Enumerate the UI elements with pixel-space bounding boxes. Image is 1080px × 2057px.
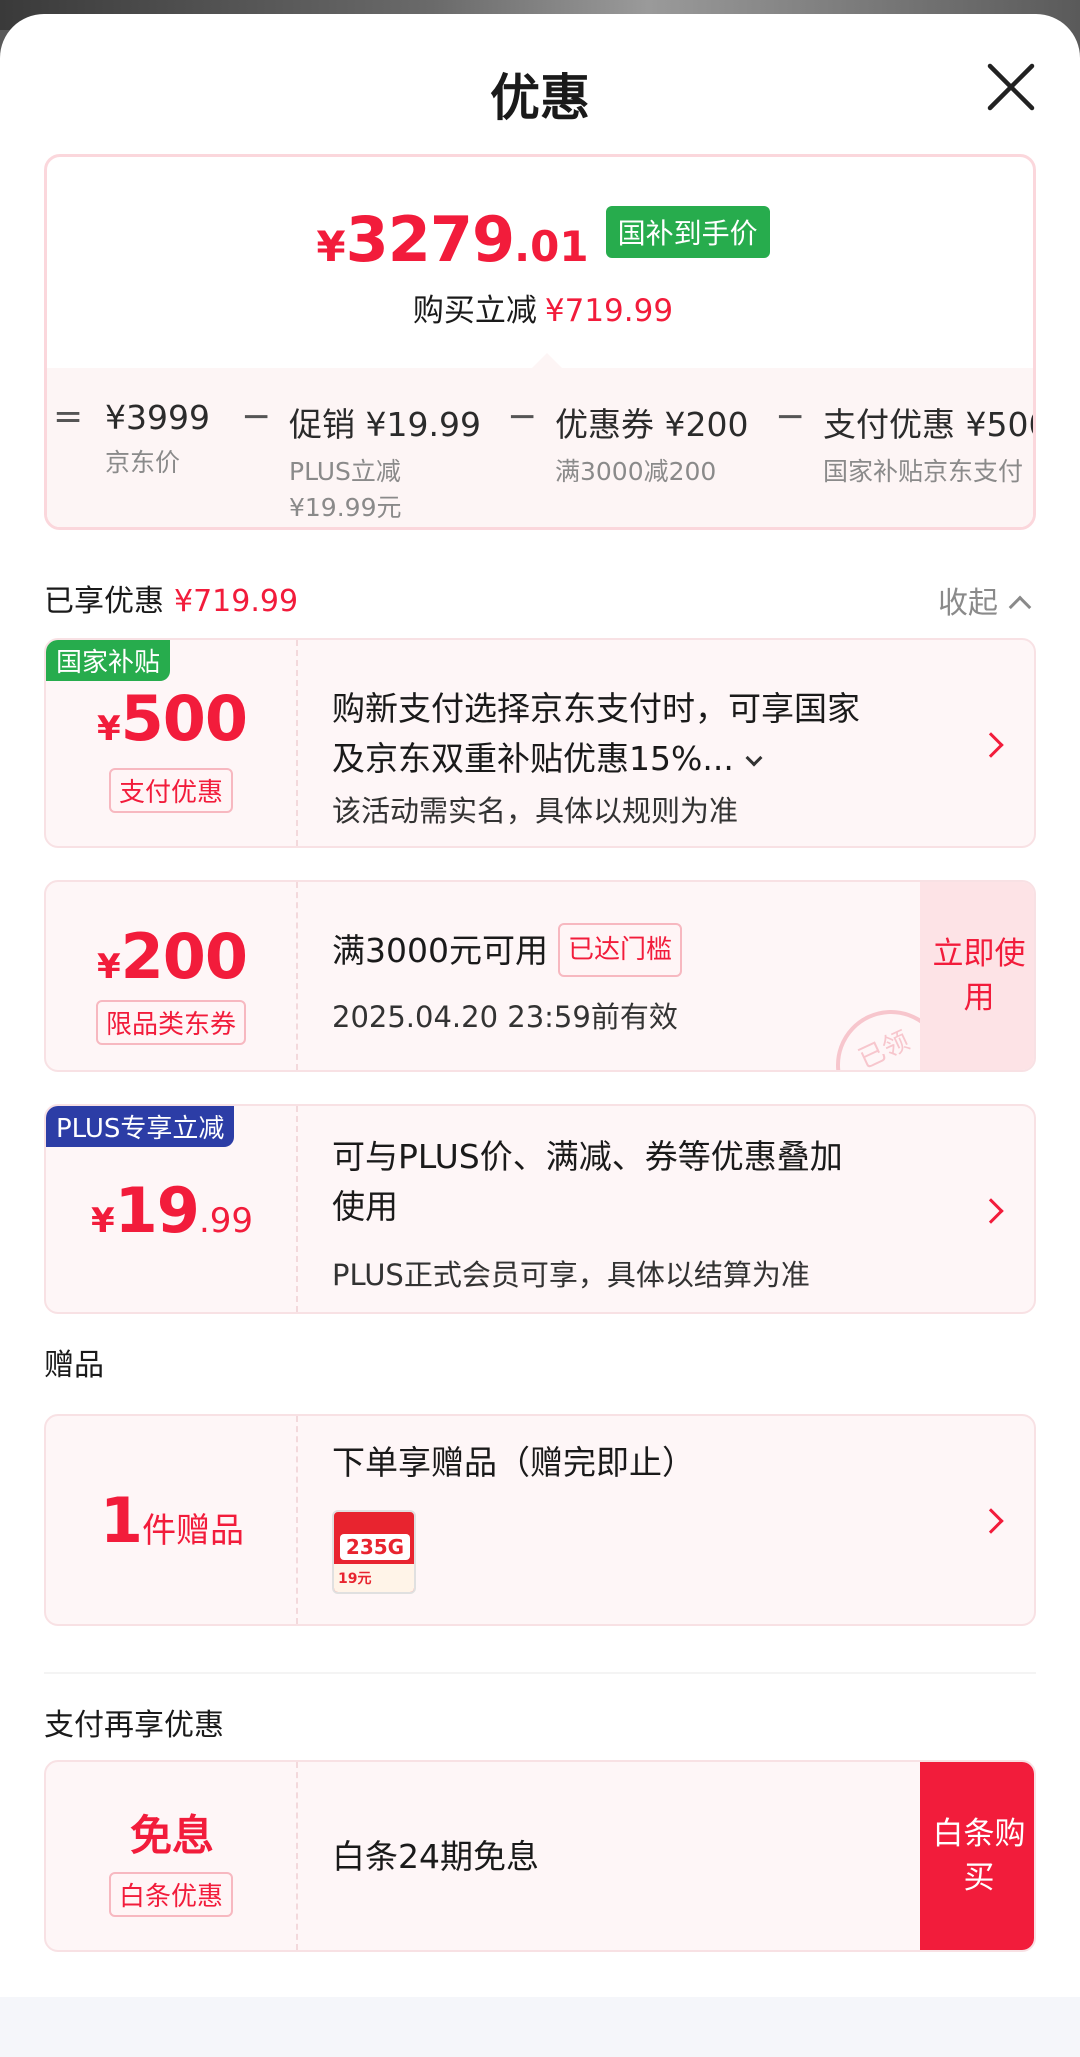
offer-card-plus[interactable]: ¥19.99 PLUS专享立减 可与PLUS价、满减、券等优惠叠加 使用 PLU… <box>44 1104 1036 1314</box>
threshold-badge: 已达门槛 <box>557 923 682 977</box>
sheet-title: 优惠 <box>490 69 590 127</box>
payment-section-title: 支付再享优惠 <box>44 1708 224 1743</box>
offer-amount: ¥500 <box>96 682 248 755</box>
close-icon <box>987 63 1035 111</box>
breakdown-operator: − <box>241 396 272 437</box>
gift-card[interactable]: 1件赠品 下单享赠品（赠完即止） 235G 19元 <box>44 1414 1036 1626</box>
price-summary-card: ¥3279.01 国补到手价 购买立减 ¥719.99 = ¥3999 京东价 −… <box>44 154 1036 530</box>
chevron-down-icon[interactable] <box>745 749 763 767</box>
breakdown-operator: − <box>507 396 538 437</box>
offer-validity: 2025.04.20 23:59前有效 <box>332 1000 678 1034</box>
offer-type-label: 支付优惠 <box>108 768 234 813</box>
payment-offer-card[interactable]: 免息 白条优惠 白条24期免息 白条购买 <box>44 1760 1036 1952</box>
gift-count: 1件赠品 <box>99 1484 245 1557</box>
gift-count-panel: 1件赠品 <box>46 1416 298 1624</box>
bottom-bar <box>0 1997 1080 2057</box>
offer-card-subsidy[interactable]: ¥500 支付优惠 国家补贴 购新支付选择京东支付时，可享国家 及京东双重补贴优… <box>44 638 1036 848</box>
breakdown-item: 优惠券 ¥200 满3000减200 <box>555 405 749 486</box>
offer-amount: ¥200 <box>96 920 248 993</box>
chevron-up-icon <box>1008 595 1032 619</box>
summary-notch <box>531 353 563 369</box>
payment-type-label: 白条优惠 <box>108 1872 234 1917</box>
payment-label-panel: 免息 白条优惠 <box>46 1762 298 1950</box>
chevron-right-icon[interactable] <box>978 1508 1004 1534</box>
enjoyed-header: 已享优惠 ¥719.99 <box>44 584 299 619</box>
offer-amount: ¥19.99 <box>90 1174 254 1247</box>
breakdown-operator: − <box>775 396 806 437</box>
payment-big-label: 免息 <box>129 1811 214 1860</box>
collapse-button[interactable]: 收起 <box>938 578 1032 622</box>
breakdown-item: 促销 ¥19.99 PLUS立减 ¥19.99元 <box>289 405 481 522</box>
chevron-right-icon[interactable] <box>978 1198 1004 1224</box>
offer-title: 满3000元可用 已达门槛 <box>332 923 682 981</box>
offer-card-coupon[interactable]: ¥200 限品类东券 满3000元可用 已达门槛 2025.04.20 23:59… <box>44 880 1036 1072</box>
close-button[interactable] <box>982 58 1040 116</box>
offer-title: 可与PLUS价、满减、券等优惠叠加 使用 <box>332 1137 843 1226</box>
payment-title: 白条24期免息 <box>332 1837 539 1876</box>
save-row: 购买立减 ¥719.99 <box>47 285 1033 330</box>
discount-sheet: 优惠 ¥3279.01 国补到手价 购买立减 ¥719.99 = ¥3999 京东… <box>0 14 1080 2057</box>
offer-subtitle: 该活动需实名，具体以规则为准 <box>332 794 739 828</box>
enjoyed-amount: ¥719.99 <box>174 584 299 619</box>
price-breakdown[interactable]: = ¥3999 京东价 − 促销 ¥19.99 PLUS立减 ¥19.99元 −… <box>47 368 1036 527</box>
offer-amount-panel: ¥200 限品类东券 <box>46 882 298 1070</box>
final-price: ¥3279.01 <box>316 203 589 276</box>
price-badge: 国补到手价 <box>605 205 770 258</box>
gift-title: 下单享赠品（赠完即止） <box>332 1443 695 1482</box>
chevron-right-icon[interactable] <box>978 732 1004 758</box>
section-divider <box>44 1672 1036 1674</box>
gift-thumbnail[interactable]: 235G 19元 <box>332 1510 416 1594</box>
breakdown-item: ¥3999 京东价 <box>105 398 210 477</box>
offer-tag: PLUS专享立减 <box>46 1106 235 1147</box>
breakdown-item: 支付优惠 ¥500 国家补贴京东支付 <box>823 405 1036 486</box>
gifts-section-title: 赠品 <box>44 1348 104 1383</box>
save-amount: ¥719.99 <box>544 293 674 329</box>
final-price-row: ¥3279.01 国补到手价 <box>47 203 1033 276</box>
baitiao-buy-button[interactable]: 白条购买 <box>920 1762 1034 1950</box>
offer-title: 购新支付选择京东支付时，可享国家 及京东双重补贴优惠15%... <box>332 689 860 778</box>
offer-subtitle: PLUS正式会员可享，具体以结算为准 <box>332 1258 810 1292</box>
breakdown-operator: = <box>53 396 84 437</box>
offer-tag: 国家补贴 <box>46 640 171 681</box>
offer-type-label: 限品类东券 <box>95 1000 247 1045</box>
save-label: 购买立减 <box>412 293 537 329</box>
use-now-button[interactable]: 立即使用 <box>920 882 1034 1070</box>
